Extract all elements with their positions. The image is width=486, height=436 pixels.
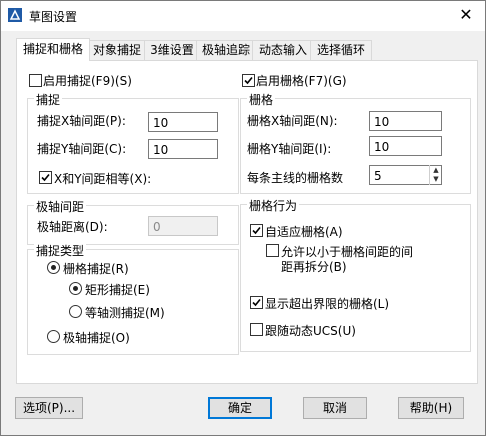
adaptive-grid-checkbox[interactable] (250, 224, 263, 237)
display-beyond-limits-label: 显示超出界限的栅格(L) (265, 297, 390, 311)
follow-dynamic-ucs-label: 跟随动态UCS(U) (265, 324, 356, 338)
check-icon (244, 76, 253, 85)
grid-x-spacing-input[interactable]: 10 (369, 111, 442, 131)
display-beyond-limits-checkbox[interactable] (250, 296, 263, 309)
tab-bar: 捕捉和栅格 对象捕捉 3维设置 极轴追踪 动态输入 选择循环 (16, 38, 476, 61)
rectangular-snap-label: 矩形捕捉(E) (85, 283, 150, 297)
snap-x-spacing-label: 捕捉X轴间距(P): (37, 114, 126, 128)
tab-dynamic-input[interactable]: 动态输入 (252, 40, 314, 60)
check-icon (41, 173, 50, 182)
snap-y-spacing-input[interactable]: 10 (148, 139, 218, 159)
tab-snap-and-grid[interactable]: 捕捉和栅格 (16, 38, 90, 61)
snap-y-spacing-label: 捕捉Y轴间距(C): (37, 142, 127, 156)
snap-group-title: 捕捉 (34, 91, 63, 108)
allow-subdivision-label-line2: 距再拆分(B) (281, 260, 347, 274)
polar-snap-label: 极轴捕捉(O) (63, 331, 130, 345)
polar-snap-radio[interactable] (47, 330, 60, 343)
enable-snap-label: 启用捕捉(F9)(S) (43, 74, 132, 88)
tab-3d-settings[interactable]: 3维设置 (144, 40, 200, 60)
isometric-snap-label: 等轴测捕捉(M) (85, 306, 165, 320)
isometric-snap-radio[interactable] (69, 305, 82, 318)
check-icon (252, 226, 261, 235)
grid-snap-label: 栅格捕捉(R) (63, 262, 129, 276)
major-line-every-label: 每条主线的栅格数 (247, 171, 344, 185)
rectangular-snap-radio[interactable] (69, 282, 82, 295)
enable-snap-checkbox[interactable] (29, 74, 42, 87)
tab-object-snap[interactable]: 对象捕捉 (86, 40, 148, 60)
enable-grid-label: 启用栅格(F7)(G) (256, 74, 347, 88)
equal-xy-spacing-checkbox[interactable] (39, 171, 52, 184)
check-icon (252, 298, 261, 307)
tab-polar-tracking[interactable]: 极轴追踪 (196, 40, 256, 60)
grid-y-spacing-input[interactable]: 10 (369, 136, 442, 156)
equal-xy-spacing-label: X和Y间距相等(X): (54, 172, 152, 186)
tab-panel-snap-and-grid: 启用捕捉(F9)(S) 启用栅格(F7)(G) 捕捉 捕捉X轴间距(P): 10… (16, 60, 478, 384)
cancel-button[interactable]: 取消 (303, 397, 367, 419)
polar-spacing-title: 极轴间距 (34, 198, 87, 215)
spin-down-icon[interactable]: ▼ (430, 175, 442, 184)
app-icon (8, 8, 22, 22)
window-title: 草图设置 (29, 10, 78, 24)
title-bar: 草图设置 ✕ (1, 1, 485, 31)
grid-x-spacing-label: 栅格X轴间距(N): (247, 114, 338, 128)
grid-behavior-title: 栅格行为 (247, 197, 300, 214)
help-button[interactable]: 帮助(H) (398, 397, 464, 419)
ok-button[interactable]: 确定 (208, 397, 272, 419)
snap-type-title: 捕捉类型 (34, 242, 87, 259)
grid-group-title: 栅格 (247, 91, 276, 108)
allow-subdivision-checkbox[interactable] (266, 244, 279, 257)
adaptive-grid-label: 自适应栅格(A) (265, 225, 343, 239)
major-line-spinner[interactable]: ▲ ▼ (429, 165, 442, 185)
tab-selection-cycling[interactable]: 选择循环 (310, 40, 372, 60)
sketch-settings-dialog: 草图设置 ✕ 捕捉和栅格 对象捕捉 3维设置 极轴追踪 动态输入 选择循环 启用… (0, 0, 486, 436)
polar-distance-label: 极轴距离(D): (37, 220, 108, 234)
grid-snap-radio[interactable] (47, 261, 60, 274)
enable-grid-checkbox[interactable] (242, 74, 255, 87)
grid-y-spacing-label: 栅格Y轴间距(I): (247, 142, 332, 156)
options-button[interactable]: 选项(P)... (15, 397, 83, 419)
follow-dynamic-ucs-checkbox[interactable] (250, 323, 263, 336)
polar-distance-input[interactable]: 0 (148, 216, 218, 236)
snap-x-spacing-input[interactable]: 10 (148, 112, 218, 132)
spin-up-icon[interactable]: ▲ (430, 166, 442, 175)
close-button[interactable]: ✕ (453, 4, 479, 26)
